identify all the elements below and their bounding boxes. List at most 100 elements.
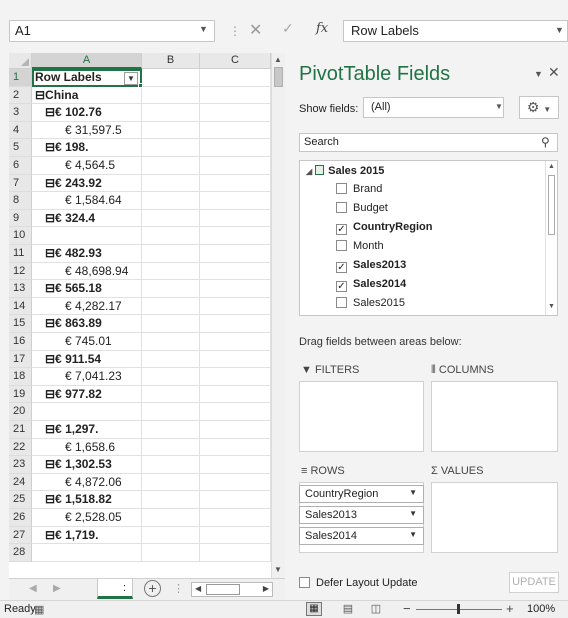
- cell-b[interactable]: [142, 544, 200, 562]
- cell-a[interactable]: € 4,872.06: [32, 473, 142, 492]
- row-header[interactable]: 15: [9, 315, 32, 333]
- cell-b[interactable]: [142, 456, 200, 474]
- sheet-tab[interactable]: :: [97, 579, 133, 599]
- field-item[interactable]: Brand: [336, 181, 382, 199]
- page-layout-view-icon[interactable]: ▤: [340, 602, 356, 616]
- field-item[interactable]: Sales2015: [336, 295, 405, 313]
- field-item[interactable]: ✓ Sales2014: [336, 276, 406, 294]
- checkbox-icon[interactable]: [336, 202, 347, 213]
- row-header[interactable]: 9: [9, 209, 32, 228]
- cell-a[interactable]: € 48,698.94: [32, 262, 142, 281]
- cell-b[interactable]: [142, 473, 200, 492]
- cell-a[interactable]: ⊟€ 1,297.: [32, 421, 142, 439]
- filters-area[interactable]: [299, 381, 424, 452]
- cell-a[interactable]: ⊟€ 977.82: [32, 385, 142, 404]
- row-field-chip[interactable]: CountryRegion ▼: [299, 485, 424, 503]
- checkbox-icon[interactable]: [336, 183, 347, 194]
- cell-a[interactable]: € 1,584.64: [32, 192, 142, 210]
- cell-c[interactable]: [200, 262, 271, 281]
- checkbox-checked-icon[interactable]: ✓: [336, 224, 347, 235]
- cell-a[interactable]: ⊟€ 565.18: [32, 280, 142, 298]
- insert-function-icon[interactable]: fx: [316, 21, 328, 36]
- cell-b[interactable]: [142, 227, 200, 245]
- cell-c[interactable]: [200, 104, 271, 122]
- cell-a[interactable]: ⊟€ 324.4: [32, 209, 142, 228]
- name-box-dropdown-icon[interactable]: ▼: [199, 24, 208, 34]
- table-node[interactable]: ◢ Sales 2015: [306, 165, 384, 177]
- cell-a[interactable]: ⊟€ 863.89: [32, 315, 142, 333]
- cell-c[interactable]: [200, 421, 271, 439]
- row-header[interactable]: 5: [9, 139, 32, 157]
- row-header[interactable]: 4: [9, 121, 32, 140]
- cell-a[interactable]: ⊟China: [32, 86, 142, 105]
- field-scroll-up-icon[interactable]: ▲: [548, 163, 555, 170]
- cell-a[interactable]: [32, 544, 142, 562]
- cell-b[interactable]: [142, 509, 200, 527]
- cell-a[interactable]: ⊟€ 482.93: [32, 245, 142, 263]
- tabs-splitter[interactable]: ⋮: [173, 582, 184, 595]
- field-scroll-thumb[interactable]: [548, 175, 555, 235]
- cell-b[interactable]: [142, 368, 200, 386]
- scroll-up-icon[interactable]: ▲: [274, 55, 282, 64]
- update-button[interactable]: UPDATE: [509, 572, 559, 593]
- scroll-down-icon[interactable]: ▼: [274, 565, 282, 574]
- cell-c[interactable]: [200, 544, 271, 562]
- field-item[interactable]: Budget: [336, 200, 388, 218]
- cell-c[interactable]: [200, 192, 271, 210]
- add-sheet-icon[interactable]: +: [144, 580, 161, 597]
- name-box[interactable]: A1: [9, 20, 215, 42]
- normal-view-icon[interactable]: ▦: [306, 602, 322, 616]
- checkbox-checked-icon[interactable]: ✓: [336, 281, 347, 292]
- cell-a[interactable]: ⊟€ 198.: [32, 139, 142, 157]
- chevron-down-icon[interactable]: ▼: [409, 509, 417, 518]
- cell-c[interactable]: [200, 245, 271, 263]
- cell-b[interactable]: [142, 526, 200, 545]
- cell-b[interactable]: [142, 280, 200, 298]
- cell-c[interactable]: [200, 509, 271, 527]
- cell-c[interactable]: [200, 280, 271, 298]
- cell-b[interactable]: [142, 121, 200, 140]
- macro-recording-icon[interactable]: ▦: [34, 603, 44, 616]
- formula-input[interactable]: Row Labels: [343, 20, 568, 42]
- cell-b[interactable]: [142, 69, 200, 87]
- next-sheet-icon[interactable]: ▶: [53, 583, 61, 594]
- row-header[interactable]: 13: [9, 280, 32, 298]
- cell-c[interactable]: [200, 456, 271, 474]
- cell-a[interactable]: ⊟€ 1,719.: [32, 526, 142, 545]
- row-field-chip[interactable]: Sales2013 ▼: [299, 506, 424, 524]
- cell-b[interactable]: [142, 350, 200, 369]
- cell-b[interactable]: [142, 403, 200, 421]
- cell-b[interactable]: [142, 86, 200, 105]
- scroll-left-icon[interactable]: ◀: [195, 584, 201, 593]
- cell-b[interactable]: [142, 491, 200, 509]
- row-header[interactable]: 16: [9, 333, 32, 351]
- chevron-down-icon[interactable]: ▼: [495, 102, 503, 111]
- cell-c[interactable]: [200, 491, 271, 509]
- cell-b[interactable]: [142, 245, 200, 263]
- select-all-button[interactable]: [9, 53, 32, 69]
- enter-icon[interactable]: ✓: [282, 20, 294, 37]
- cell-b[interactable]: [142, 174, 200, 193]
- row-header[interactable]: 22: [9, 438, 32, 457]
- cell-a[interactable]: ⊟€ 1,302.53: [32, 456, 142, 474]
- cell-c[interactable]: [200, 438, 271, 457]
- cell-c[interactable]: [200, 297, 271, 316]
- cell-c[interactable]: [200, 209, 271, 228]
- cell-c[interactable]: [200, 315, 271, 333]
- cell-a[interactable]: ⊟€ 243.92: [32, 174, 142, 193]
- cell-c[interactable]: [200, 227, 271, 245]
- fill-handle[interactable]: [138, 83, 143, 88]
- zoom-level[interactable]: 100%: [527, 603, 555, 615]
- cell-b[interactable]: [142, 438, 200, 457]
- defer-checkbox-box[interactable]: [299, 577, 310, 588]
- zoom-in-icon[interactable]: +: [506, 601, 514, 616]
- row-header[interactable]: 18: [9, 368, 32, 386]
- columns-area[interactable]: [431, 381, 558, 452]
- cell-a[interactable]: € 2,528.05: [32, 509, 142, 527]
- pane-options-icon[interactable]: ▼: [534, 69, 543, 79]
- field-search-input[interactable]: Search: [299, 133, 558, 152]
- cell-a[interactable]: € 31,597.5: [32, 121, 142, 140]
- cancel-icon[interactable]: ✕: [249, 20, 262, 40]
- cell-b[interactable]: [142, 104, 200, 122]
- column-header-b[interactable]: B: [142, 53, 200, 69]
